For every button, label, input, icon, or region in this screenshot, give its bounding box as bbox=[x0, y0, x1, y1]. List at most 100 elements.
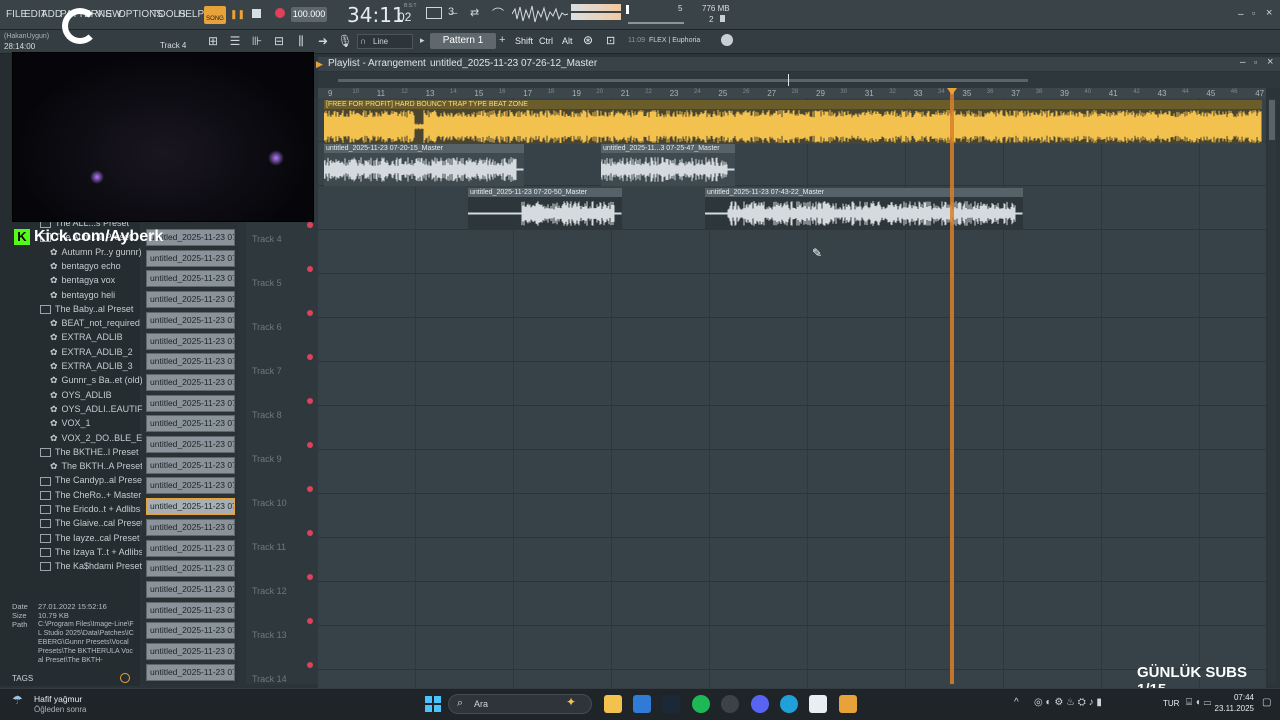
keyboard-icon[interactable] bbox=[426, 7, 442, 19]
track-record-icon[interactable] bbox=[307, 618, 313, 624]
browser-folder[interactable]: The Candyp..al Preset bbox=[40, 475, 145, 485]
browser-preset[interactable]: bentagya vox bbox=[50, 275, 116, 286]
song-mode-button[interactable]: SONG bbox=[204, 6, 226, 24]
channel-button[interactable]: untitled_2025-11-23 07-... bbox=[146, 291, 235, 309]
explorer-icon[interactable] bbox=[604, 695, 622, 713]
alt-key[interactable]: Alt bbox=[562, 36, 573, 46]
track-name[interactable]: Track 5 bbox=[252, 278, 282, 288]
track-lane[interactable] bbox=[318, 450, 1266, 494]
channel-button[interactable]: untitled_2025-11-23 07-... bbox=[146, 498, 235, 516]
browser-preset[interactable]: bentagyo echo bbox=[50, 261, 121, 272]
track-name[interactable]: Track 8 bbox=[252, 410, 282, 420]
track-record-icon[interactable] bbox=[307, 310, 313, 316]
track-name[interactable]: Track 4 bbox=[252, 234, 282, 244]
track-lane[interactable] bbox=[318, 626, 1266, 670]
close-icon[interactable]: × bbox=[1266, 7, 1272, 19]
channel-button[interactable]: untitled_2025-11-23 07-... bbox=[146, 249, 235, 267]
track-lane[interactable] bbox=[318, 582, 1266, 626]
wait-icon[interactable]: ⇄ bbox=[470, 6, 479, 19]
playlist-minimize-icon[interactable]: – bbox=[1240, 57, 1246, 68]
track-lane[interactable] bbox=[318, 494, 1266, 538]
track-name[interactable]: Track 6 bbox=[252, 322, 282, 332]
channel-button[interactable]: untitled_2025-11-23 07-... bbox=[146, 663, 235, 681]
piano-roll-icon[interactable]: ☰ bbox=[226, 33, 244, 49]
channel-button[interactable]: untitled_2025-11-23 07-... bbox=[146, 539, 235, 557]
playlist-menu-icon[interactable]: ▶ bbox=[316, 59, 323, 70]
weather-text[interactable]: Hafif yağmur bbox=[34, 694, 82, 704]
channel-button[interactable]: untitled_2025-11-23 07-... bbox=[146, 311, 235, 329]
shift-key[interactable]: Shift bbox=[515, 36, 533, 46]
add-pattern-icon[interactable]: + bbox=[499, 34, 505, 46]
audio-clip[interactable]: untitled_2025-11-23 07-20-15_Master bbox=[324, 144, 524, 186]
audio-clip[interactable]: untitled_2025-11...3 07-25-47_Master bbox=[601, 144, 735, 186]
channel-button[interactable]: untitled_2025-11-23 07-... bbox=[146, 622, 235, 640]
menu-add[interactable]: ADD bbox=[41, 9, 62, 20]
channel-button[interactable]: untitled_2025-11-23 07-... bbox=[146, 373, 235, 391]
time-display[interactable]: 34:11 bbox=[347, 3, 405, 27]
steam-icon[interactable] bbox=[662, 695, 680, 713]
browser-folder[interactable]: The Baby..al Preset bbox=[40, 304, 133, 314]
track-name[interactable]: Track 12 bbox=[252, 586, 287, 596]
track-record-icon[interactable] bbox=[307, 266, 313, 272]
language-indicator[interactable]: TUR bbox=[1163, 699, 1179, 708]
track-record-icon[interactable] bbox=[307, 486, 313, 492]
browser-preset[interactable]: EXTRA_ADLIB_3 bbox=[50, 361, 133, 372]
spotify-icon[interactable] bbox=[692, 695, 710, 713]
channel-button[interactable]: untitled_2025-11-23 07-... bbox=[146, 353, 235, 371]
channel-button[interactable]: untitled_2025-11-23 07-... bbox=[146, 643, 235, 660]
channel-button[interactable]: untitled_2025-11-23 07-... bbox=[146, 477, 235, 495]
browser-preset[interactable]: EXTRA_ADLIB_2 bbox=[50, 347, 133, 358]
browser-preset[interactable]: OYS_ADLIB bbox=[50, 390, 112, 401]
browser-preset[interactable]: OYS_ADLI..EAUTIFUL bbox=[50, 404, 155, 415]
track-name[interactable]: Track 14 bbox=[252, 674, 287, 684]
channel-button[interactable]: untitled_2025-11-23 07-... bbox=[146, 518, 235, 536]
track-lane[interactable] bbox=[318, 318, 1266, 362]
track-record-icon[interactable] bbox=[307, 354, 313, 360]
channel-button[interactable]: untitled_2025-11-23 07-... bbox=[146, 394, 235, 412]
mixer-icon[interactable]: ⊟ bbox=[270, 33, 288, 49]
minimize-icon[interactable]: – bbox=[1238, 9, 1244, 20]
browser-folder[interactable]: The BKTHE..l Preset bbox=[40, 447, 139, 457]
track-name[interactable]: Track 10 bbox=[252, 498, 287, 508]
pattern-arrow-icon[interactable]: ▸ bbox=[420, 35, 425, 46]
browser-folder[interactable]: The Ka$hdami Preset bbox=[40, 561, 142, 571]
browser-preset[interactable]: BEAT_not_required bbox=[50, 318, 140, 329]
clock-time[interactable]: 07:44 bbox=[1218, 693, 1254, 702]
channel-rack-icon[interactable]: ⊪ bbox=[248, 33, 266, 49]
fl-studio-icon[interactable] bbox=[839, 695, 857, 713]
browser-folder[interactable]: The Izaya T..t + Adlibs bbox=[40, 547, 143, 557]
track-lane[interactable] bbox=[318, 362, 1266, 406]
playlist-close-icon[interactable]: × bbox=[1267, 56, 1273, 68]
browser-folder[interactable]: The Glaive..cal Preset bbox=[40, 518, 144, 528]
shop-icon[interactable]: ⊡ bbox=[606, 34, 615, 47]
plugin-picker-icon[interactable]: ⊛ bbox=[583, 33, 593, 47]
browser-preset[interactable]: Autumn Pr..y gunnr) bbox=[50, 247, 142, 258]
track-lane[interactable] bbox=[318, 274, 1266, 318]
master-volume-fader[interactable] bbox=[626, 5, 629, 14]
faders-icon[interactable]: ⫼ bbox=[292, 33, 310, 49]
track-record-icon[interactable] bbox=[307, 662, 313, 668]
playhead-marker-icon[interactable] bbox=[947, 88, 957, 95]
discord-icon[interactable] bbox=[751, 695, 769, 713]
settings-icon[interactable] bbox=[721, 695, 739, 713]
track-record-icon[interactable] bbox=[307, 442, 313, 448]
track-name[interactable]: Track 11 bbox=[252, 542, 286, 552]
pattern-selector[interactable]: Pattern 1 bbox=[430, 33, 496, 49]
channel-button[interactable]: untitled_2025-11-23 07-... bbox=[146, 580, 235, 598]
track-record-icon[interactable] bbox=[307, 530, 313, 536]
playhead[interactable] bbox=[950, 88, 954, 684]
track-name[interactable]: Track 9 bbox=[252, 454, 282, 464]
channel-button[interactable]: untitled_2025-11-23 07-... bbox=[146, 270, 235, 288]
browser-preset[interactable]: VOX_1 bbox=[50, 418, 91, 429]
search-icon[interactable] bbox=[120, 673, 130, 683]
playlist-icon[interactable]: ⊞ bbox=[204, 33, 222, 49]
channel-button[interactable]: untitled_2025-11-23 07-... bbox=[146, 601, 235, 619]
track-name[interactable]: Track 13 bbox=[252, 630, 287, 640]
channel-button[interactable]: untitled_2025-11-23 07-... bbox=[146, 415, 235, 433]
weather-icon[interactable]: ☂ bbox=[12, 693, 23, 707]
track-record-icon[interactable] bbox=[307, 574, 313, 580]
pause-icon[interactable]: ❚❚ bbox=[230, 9, 245, 19]
clock-date[interactable]: 23.11.2025 bbox=[1214, 704, 1254, 713]
playlist-vscrollbar[interactable] bbox=[1268, 98, 1276, 684]
tempo-display[interactable]: 100.000 bbox=[291, 7, 327, 22]
